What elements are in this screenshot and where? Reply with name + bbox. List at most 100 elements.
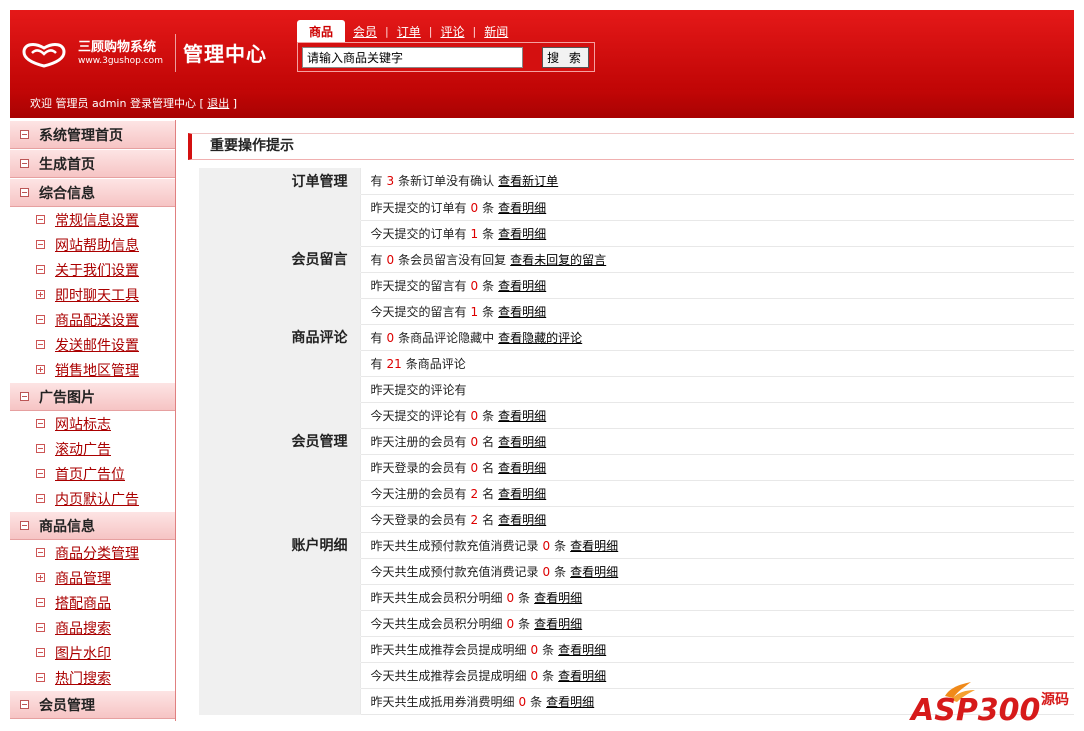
- sidebar-item[interactable]: 图片水印: [10, 640, 175, 665]
- collapse-icon: [36, 469, 45, 478]
- sidebar-category[interactable]: 商品信息: [10, 511, 175, 540]
- table-row: 昨天登录的会员有 0 名查看明细: [199, 454, 1074, 481]
- sidebar-group: 网站标志滚动广告首页广告位内页默认广告: [10, 411, 175, 511]
- sidebar-item[interactable]: 商品搜索: [10, 615, 175, 640]
- watermark-suffix: 源码: [1041, 691, 1069, 708]
- row-unit: 条: [482, 226, 495, 241]
- row-count: 0: [506, 590, 515, 605]
- row-detail-link[interactable]: 查看明细: [534, 617, 582, 631]
- sidebar-item[interactable]: 商品配送设置: [10, 307, 175, 332]
- row-unit: 条: [530, 694, 543, 709]
- tab-comments[interactable]: 评论: [432, 23, 472, 40]
- row-text: 昨天共生成抵用券消费明细: [370, 694, 515, 709]
- row-category: [199, 662, 360, 689]
- search-button[interactable]: 搜 索: [542, 47, 589, 68]
- sidebar-item-link[interactable]: 网站帮助信息: [55, 235, 139, 255]
- row-detail-link[interactable]: 查看明细: [558, 643, 606, 657]
- row-detail-link[interactable]: 查看明细: [546, 695, 594, 709]
- row-info: 昨天注册的会员有 0 名查看明细: [359, 428, 1074, 455]
- row-detail-link[interactable]: 查看明细: [498, 279, 546, 293]
- row-text: 昨天共生成预付款充值消费记录: [370, 538, 539, 553]
- sidebar-item-link[interactable]: 热门搜索: [55, 668, 111, 688]
- row-detail-link[interactable]: 查看明细: [498, 409, 546, 423]
- logout-link[interactable]: 退出: [207, 97, 229, 110]
- row-detail-link[interactable]: 查看明细: [498, 461, 546, 475]
- row-unit: 条商品评论隐藏中: [398, 330, 495, 345]
- row-info: 昨天提交的订单有 0 条查看明细: [359, 194, 1074, 221]
- sidebar-category[interactable]: 广告图片: [10, 382, 175, 411]
- sidebar-item[interactable]: 商品分类管理: [10, 540, 175, 565]
- row-detail-link[interactable]: 查看隐藏的评论: [498, 331, 582, 345]
- sidebar-category[interactable]: 综合信息: [10, 178, 175, 207]
- sidebar-item-link[interactable]: 商品分类管理: [55, 543, 139, 563]
- sidebar-item[interactable]: 销售地区管理: [10, 357, 175, 382]
- sidebar-item-link[interactable]: 网站标志: [55, 414, 111, 434]
- row-count: 1: [470, 304, 479, 319]
- row-detail-link[interactable]: 查看明细: [498, 435, 546, 449]
- sidebar-item[interactable]: 搭配商品: [10, 590, 175, 615]
- sidebar-item[interactable]: 滚动广告: [10, 436, 175, 461]
- table-row: 有 21 条商品评论: [199, 350, 1074, 377]
- sidebar-item-link[interactable]: 图片水印: [55, 643, 111, 663]
- row-count: [467, 383, 475, 397]
- logo[interactable]: 三顾购物系统 www.3gushop.com: [20, 34, 180, 74]
- row-detail-link[interactable]: 查看明细: [570, 539, 618, 553]
- sidebar-item-link[interactable]: 首页广告位: [55, 464, 125, 484]
- sidebar-item[interactable]: 网站标志: [10, 411, 175, 436]
- tab-news[interactable]: 新闻: [476, 23, 516, 40]
- row-detail-link[interactable]: 查看明细: [534, 591, 582, 605]
- row-text: 昨天提交的订单有: [370, 200, 467, 215]
- sidebar-category[interactable]: 系统管理首页: [10, 120, 175, 149]
- sidebar-item-link[interactable]: 常规信息设置: [55, 210, 139, 230]
- collapse-icon: [20, 521, 29, 530]
- sidebar-category[interactable]: 会员管理: [10, 690, 175, 719]
- row-detail-link[interactable]: 查看明细: [498, 513, 546, 527]
- tab-members[interactable]: 会员: [345, 23, 385, 40]
- sidebar-item-link[interactable]: 商品配送设置: [55, 310, 139, 330]
- sidebar-item[interactable]: 首页广告位: [10, 461, 175, 486]
- row-count: 21: [386, 356, 402, 371]
- sidebar-item-link[interactable]: 商品管理: [55, 568, 111, 588]
- row-text: 昨天共生成会员积分明细: [370, 590, 503, 605]
- sidebar-item-link[interactable]: 滚动广告: [55, 439, 111, 459]
- sidebar-item[interactable]: 发送邮件设置: [10, 332, 175, 357]
- row-detail-link[interactable]: 查看明细: [570, 565, 618, 579]
- sidebar-item[interactable]: 内页默认广告: [10, 486, 175, 511]
- row-info: 有 3 条新订单没有确认 查看新订单: [359, 168, 1074, 195]
- row-detail-link[interactable]: 查看明细: [498, 305, 546, 319]
- sidebar-item[interactable]: 即时聊天工具: [10, 282, 175, 307]
- row-detail-link[interactable]: 查看明细: [498, 227, 546, 241]
- row-detail-link[interactable]: 查看明细: [498, 487, 546, 501]
- sidebar-item[interactable]: 关于我们设置: [10, 257, 175, 282]
- sidebar-item[interactable]: 常规信息设置: [10, 207, 175, 232]
- row-detail-link[interactable]: 查看明细: [558, 669, 606, 683]
- sidebar-item-link[interactable]: 销售地区管理: [55, 360, 139, 380]
- table-row: 会员管理 昨天注册的会员有 0 名查看明细: [199, 428, 1074, 455]
- sidebar-item-link[interactable]: 发送邮件设置: [55, 335, 139, 355]
- sidebar-item-link[interactable]: 即时聊天工具: [55, 285, 139, 305]
- tab-orders[interactable]: 订单: [389, 23, 429, 40]
- row-category: [199, 298, 360, 325]
- row-count: 0: [470, 434, 479, 449]
- row-text: 昨天注册的会员有: [370, 434, 467, 449]
- row-unit: 名: [482, 434, 495, 449]
- search-input[interactable]: [302, 47, 523, 68]
- sidebar-item[interactable]: 网站帮助信息: [10, 232, 175, 257]
- sidebar-item-link[interactable]: 关于我们设置: [55, 260, 139, 280]
- row-detail-link[interactable]: 查看明细: [498, 201, 546, 215]
- sidebar-category-label: 系统管理首页: [39, 127, 123, 144]
- sidebar-item[interactable]: 热门搜索: [10, 665, 175, 690]
- sidebar-item-link[interactable]: 内页默认广告: [55, 489, 139, 509]
- tab-goods[interactable]: 商品: [297, 19, 346, 43]
- sidebar-category[interactable]: 生成首页: [10, 149, 175, 178]
- row-detail-link[interactable]: 查看未回复的留言: [510, 253, 606, 267]
- collapse-icon: [36, 548, 45, 557]
- row-info: 昨天提交的留言有 0 条查看明细: [359, 272, 1074, 299]
- row-detail-link[interactable]: 查看新订单: [498, 174, 558, 188]
- row-count: 3: [386, 174, 395, 189]
- sidebar-item-link[interactable]: 搭配商品: [55, 593, 111, 613]
- sidebar-item[interactable]: 商品管理: [10, 565, 175, 590]
- row-info: 昨天共生成推荐会员提成明细 0 条查看明细: [359, 636, 1074, 663]
- sidebar-item-link[interactable]: 商品搜索: [55, 618, 111, 638]
- row-text: 昨天共生成推荐会员提成明细: [370, 642, 527, 657]
